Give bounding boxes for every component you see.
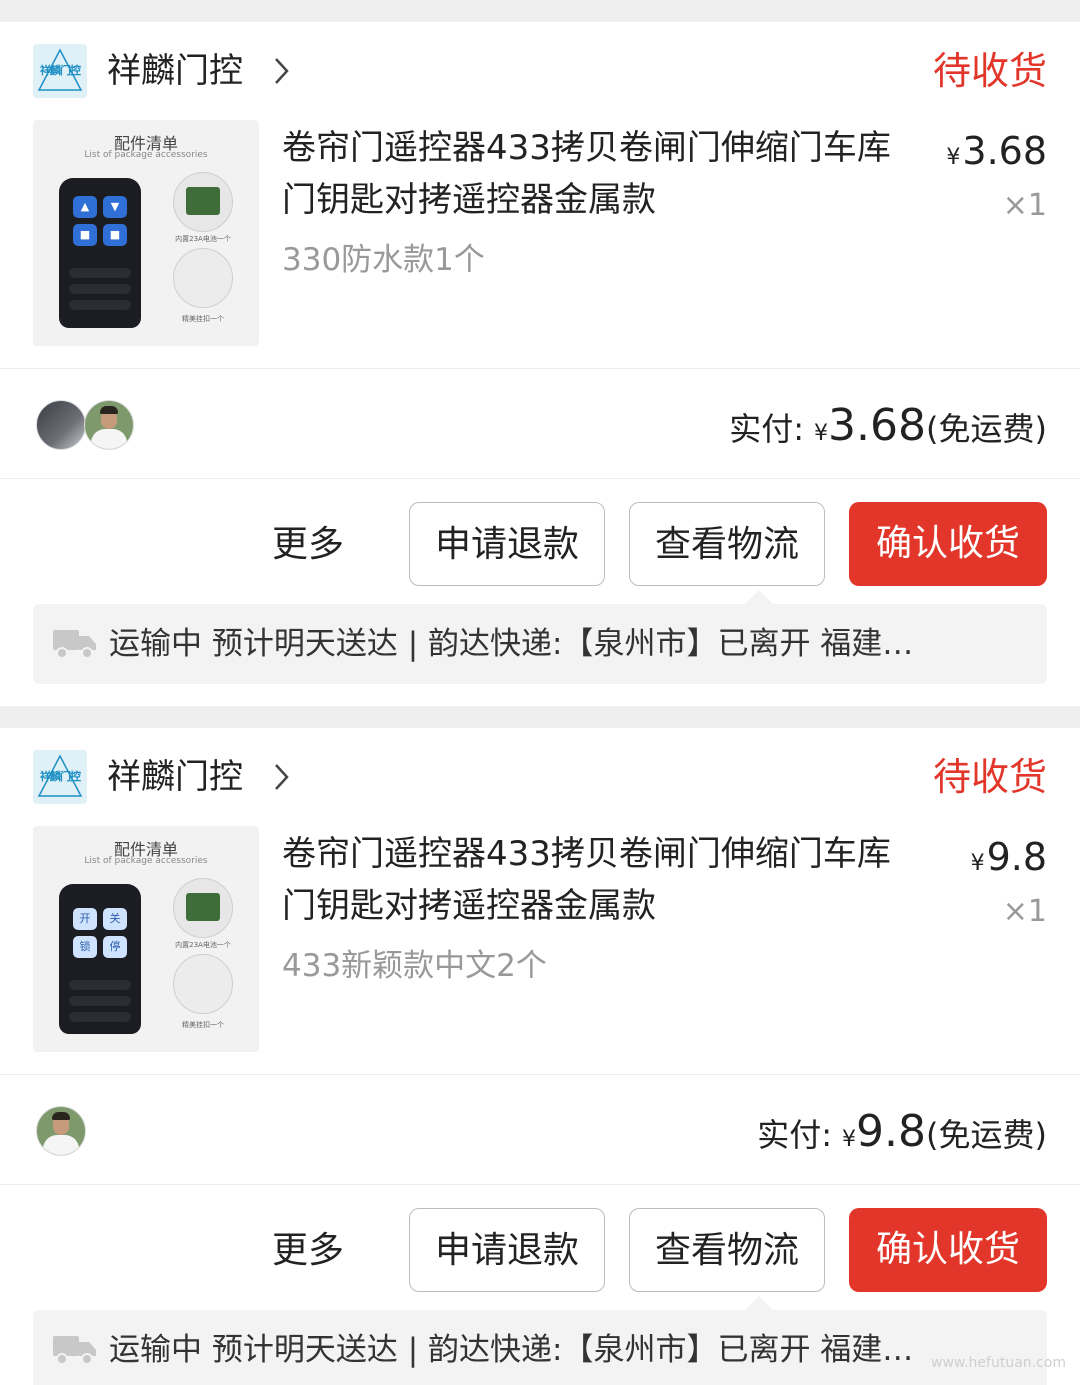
shop-header[interactable]: 祥麟门控 祥麟门控 待收货 [33, 44, 1047, 98]
grip [69, 980, 131, 990]
watermark: www.hefutuan.com [931, 1355, 1066, 1371]
divider [0, 368, 1080, 369]
shop-logo-text: 祥麟门控 [40, 64, 81, 77]
product-image[interactable]: 配件清单 List of package accessories 开 关 锁 停… [33, 826, 259, 1052]
shipping-status[interactable]: 运输中 预计明天送达 | 韵达快递:【泉州市】已离开 福建… [33, 1296, 1047, 1385]
product-image[interactable]: 配件清单 List of package accessories ▲ ▼ ■ ■… [33, 120, 259, 346]
chevron-right-icon[interactable] [273, 762, 289, 792]
product-variant: 330防水款1个 [282, 242, 485, 278]
shop-logo[interactable]: 祥麟门控 [33, 750, 87, 804]
remote-control-image: ▲ ▼ ■ ■ [59, 178, 141, 328]
shipping-fee-note: (免运费) [926, 410, 1047, 448]
order-card: 祥麟门控 祥麟门控 待收货 配件清单 List of package acces… [0, 22, 1080, 706]
grip [69, 300, 131, 310]
divider [0, 1074, 1080, 1075]
product-title[interactable]: 卷帘门遥控器433拷贝卷闸门伸缩门车库门钥匙对拷遥控器金属款 [282, 828, 902, 932]
currency-symbol: ¥ [970, 851, 985, 876]
circuit-board-image [173, 172, 233, 232]
currency-symbol: ¥ [842, 1127, 857, 1152]
keyring-label: 精美挂扣一个 [182, 315, 224, 323]
avatar [36, 1106, 86, 1156]
avatar [84, 400, 134, 450]
truck-icon [53, 630, 96, 659]
currency-symbol: ¥ [946, 145, 961, 170]
circuit-board-image [173, 878, 233, 938]
shipping-text: 运输中 预计明天送达 | 韵达快递:【泉州市】已离开 福建… [109, 1332, 914, 1368]
arrow-up-icon: ▲ [73, 196, 97, 218]
order-card: 祥麟门控 祥麟门控 待收货 配件清单 List of package acces… [0, 728, 1080, 1385]
product-variant: 433新颖款中文2个 [282, 948, 547, 984]
view-logistics-button[interactable]: 查看物流 [629, 502, 825, 586]
remote-button-close: 关 [103, 908, 127, 930]
shop-logo[interactable]: 祥麟门控 [33, 44, 87, 98]
request-refund-button[interactable]: 申请退款 [409, 1208, 605, 1292]
pcb-label: 内置23A电池一个 [175, 235, 231, 243]
pcb-label: 内置23A电池一个 [175, 941, 231, 949]
currency-symbol: ¥ [814, 421, 829, 446]
caret [745, 590, 773, 604]
keyring-image [173, 248, 233, 308]
remote-button-open: 开 [73, 908, 97, 930]
price-value: 9.8 [986, 835, 1047, 879]
shop-header[interactable]: 祥麟门控 祥麟门控 待收货 [33, 750, 1047, 804]
confirm-receipt-button[interactable]: 确认收货 [849, 1208, 1047, 1292]
unit-price: ¥9.8 [971, 834, 1047, 887]
price-value: 3.68 [962, 129, 1047, 173]
paid-label: 实付: [757, 1116, 833, 1154]
divider [0, 478, 1080, 479]
remote-button-lock: 锁 [73, 936, 97, 958]
order-status: 待收货 [932, 755, 1047, 799]
arrow-down-icon: ▼ [103, 196, 127, 218]
request-refund-button[interactable]: 申请退款 [409, 502, 605, 586]
avatar [36, 400, 86, 450]
grip [69, 284, 131, 294]
shop-name[interactable]: 祥麟门控 [107, 756, 243, 798]
remote-control-image: 开 关 锁 停 [59, 884, 141, 1034]
stop-icon: ■ [103, 224, 127, 246]
quantity: ×1 [1002, 894, 1047, 929]
divider [0, 1184, 1080, 1185]
unit-price: ¥3.68 [946, 128, 1047, 181]
grip [69, 1012, 131, 1022]
view-logistics-button[interactable]: 查看物流 [629, 1208, 825, 1292]
remote-button-stop: 停 [103, 936, 127, 958]
paid-amount: 3.68 [828, 400, 927, 451]
more-button[interactable]: 更多 [272, 1228, 344, 1274]
truck-icon [53, 1336, 96, 1365]
grip [69, 268, 131, 278]
confirm-receipt-button[interactable]: 确认收货 [849, 502, 1047, 586]
grip [69, 996, 131, 1006]
thumb-subtitle: List of package accessories [84, 856, 208, 866]
paid-summary: 实付: ¥9.8(免运费) [757, 1106, 1047, 1158]
shipping-fee-note: (免运费) [926, 1116, 1047, 1154]
quantity: ×1 [1002, 188, 1047, 223]
paid-summary: 实付: ¥3.68(免运费) [729, 400, 1047, 452]
keyring-label: 精美挂扣一个 [182, 1021, 224, 1029]
product-title[interactable]: 卷帘门遥控器433拷贝卷闸门伸缩门车库门钥匙对拷遥控器金属款 [282, 122, 902, 226]
keyring-image [173, 954, 233, 1014]
chevron-right-icon[interactable] [273, 56, 289, 86]
more-button[interactable]: 更多 [272, 522, 344, 568]
lock-icon: ■ [73, 224, 97, 246]
shop-name[interactable]: 祥麟门控 [107, 50, 243, 92]
shipping-text: 运输中 预计明天送达 | 韵达快递:【泉州市】已离开 福建… [109, 626, 914, 662]
order-status: 待收货 [932, 49, 1047, 93]
paid-label: 实付: [729, 410, 805, 448]
shipping-status[interactable]: 运输中 预计明天送达 | 韵达快递:【泉州市】已离开 福建… [33, 590, 1047, 684]
order-list: 祥麟门控 祥麟门控 待收货 配件清单 List of package acces… [0, 0, 1080, 1385]
paid-amount: 9.8 [856, 1106, 927, 1157]
thumb-subtitle: List of package accessories [84, 150, 208, 160]
shop-logo-text: 祥麟门控 [40, 770, 81, 783]
caret [745, 1296, 773, 1310]
